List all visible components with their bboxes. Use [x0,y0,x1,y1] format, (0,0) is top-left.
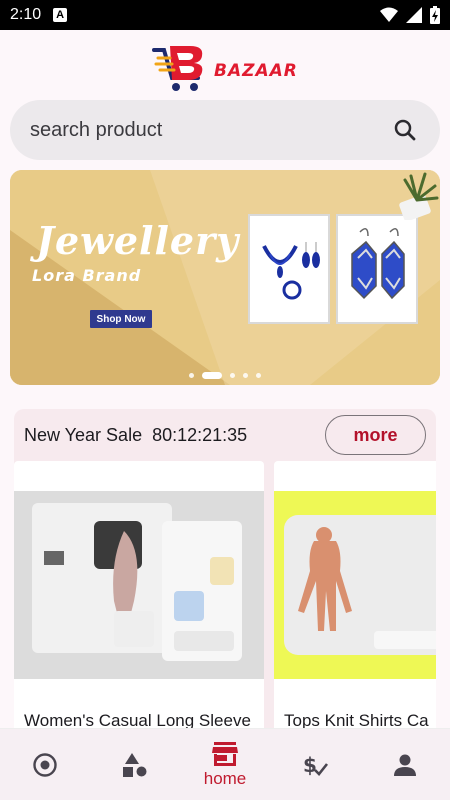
product-list[interactable]: Women's Casual Long Sleeve Tops Knit Shi… [14,461,436,739]
product-image [274,491,436,679]
person-icon [394,754,416,776]
nav-label-home: home [203,768,247,788]
sale-countdown: 80:12:21:35 [152,424,248,445]
product-card[interactable]: Women's Casual Long Sleeve [14,461,264,739]
store-icon [212,741,238,766]
carousel-dot[interactable] [230,373,235,378]
status-time: 2:10 [10,6,42,23]
search-input[interactable] [30,118,390,142]
nav-item-profile[interactable] [360,729,450,800]
status-icons [380,6,440,24]
banner-title: Jewellery [36,218,240,263]
earrings-image [336,214,418,324]
promo-banner[interactable]: Jewellery Lora Brand Shop Now [10,170,440,385]
product-image [14,491,264,679]
carousel-dot-active[interactable] [202,372,222,379]
bottom-navigation: home $ [0,728,450,800]
more-button[interactable]: more [325,415,426,455]
banner-subtitle: Lora Brand [32,266,142,285]
sale-section: New Year Sale 80:12:21:35 more Women's C… [14,409,436,739]
product-card[interactable]: Tops Knit Shirts Ca [274,461,436,739]
price-check-icon: $ [303,753,329,777]
carousel-indicator[interactable] [10,372,440,379]
shop-now-button[interactable]: Shop Now [90,310,152,328]
wifi-icon [380,7,398,22]
necklace-image [248,214,330,324]
carousel-dot[interactable] [243,373,248,378]
categories-icon [123,752,147,777]
brand-logo: BAZAAR [150,40,310,95]
cart-logo-icon [152,45,203,91]
nav-item-home[interactable]: home [180,729,270,800]
battery-icon [430,6,440,24]
svg-text:$: $ [303,753,317,777]
sale-header: New Year Sale 80:12:21:35 more [14,409,436,461]
signal-icon [406,7,422,23]
brand-name: BAZAAR [214,60,298,81]
status-bar: 2:10 A [0,0,450,30]
nav-item-categories[interactable] [90,729,180,800]
sale-title: New Year Sale [24,424,143,445]
carousel-dot[interactable] [189,373,194,378]
search-icon[interactable] [390,115,420,145]
nav-item-explore[interactable] [0,729,90,800]
nav-item-price-check[interactable]: $ [270,729,360,800]
carousel-dot[interactable] [256,373,261,378]
search-bar[interactable] [10,100,440,160]
plant-decoration [399,172,439,220]
a-icon: A [53,8,68,22]
explore-icon [33,752,57,777]
